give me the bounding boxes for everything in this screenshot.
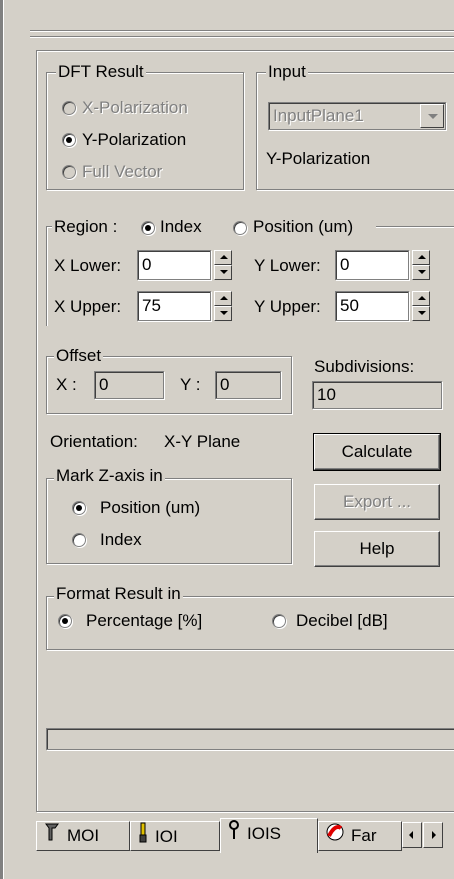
x-lower-up[interactable] — [214, 250, 232, 265]
mark-z-index-radio[interactable] — [72, 533, 86, 547]
decibel-label: Decibel [dB] — [296, 611, 388, 630]
percentage-radio[interactable] — [58, 614, 72, 628]
arrow-right-icon — [432, 831, 436, 839]
offset-legend: Offset — [54, 346, 104, 366]
x-lower-input[interactable]: 0 — [137, 250, 211, 280]
tab-ioi-label: IOI — [155, 826, 178, 846]
left-edge-highlight — [3, 0, 4, 879]
x-upper-up[interactable] — [214, 291, 232, 306]
y-polarization-radio[interactable] — [62, 133, 76, 147]
y-upper-label: Y Upper: — [254, 297, 321, 316]
tab-iois[interactable]: IOIS — [220, 818, 318, 853]
tab-moi-label: MOI — [67, 826, 100, 845]
y-upper-spinner[interactable] — [412, 291, 430, 321]
offset-y-label: Y : — [180, 375, 201, 394]
far-field-icon — [325, 822, 345, 850]
arrow-up-icon — [220, 255, 228, 259]
help-button[interactable]: Help — [314, 531, 440, 567]
x-lower-down[interactable] — [214, 265, 232, 280]
full-vector-radio[interactable] — [62, 165, 76, 179]
export-button[interactable]: Export ... — [314, 484, 440, 520]
region-position-label: Position (um) — [253, 217, 354, 236]
arrow-down-icon — [220, 311, 228, 315]
arrow-up-icon — [220, 296, 228, 300]
input-group — [256, 72, 454, 190]
x-lower-label: X Lower: — [54, 256, 122, 275]
format-result-legend: Format Result in — [54, 584, 183, 604]
arrow-down-icon — [220, 270, 228, 274]
dropdown-button[interactable] — [420, 104, 444, 128]
x-polarization-radio[interactable] — [62, 101, 76, 115]
offset-x-field[interactable]: 0 — [94, 371, 164, 399]
tab-scroll-right-button[interactable] — [423, 822, 443, 848]
mark-z-position-label: Position (um) — [100, 498, 201, 517]
input-polarization-text: Y-Polarization — [266, 149, 371, 168]
y-lower-down[interactable] — [412, 265, 430, 280]
y-polarization-label: Y-Polarization — [82, 130, 187, 149]
tab-far-label: Far — [351, 826, 377, 845]
tab-far[interactable]: Far — [318, 821, 402, 851]
x-upper-input[interactable]: 75 — [137, 291, 211, 321]
orientation-value: X-Y Plane — [164, 432, 241, 451]
y-lower-spinner[interactable] — [412, 250, 430, 280]
dft-result-legend: DFT Result — [56, 62, 146, 82]
y-lower-input[interactable]: 0 — [335, 250, 409, 280]
toolbar-separator-2 — [30, 36, 454, 38]
x-lower-spinner[interactable] — [214, 250, 232, 280]
region-index-radio[interactable] — [141, 221, 155, 235]
tab-ioi[interactable]: IOI — [130, 821, 220, 851]
tool-icon — [43, 822, 61, 850]
region-legend: Region : — [54, 217, 118, 236]
input-legend: Input — [266, 62, 308, 82]
mark-z-axis-group — [46, 478, 292, 564]
offset-x-label: X : — [56, 375, 77, 394]
mark-z-index-label: Index — [100, 530, 142, 549]
x-upper-spinner[interactable] — [214, 291, 232, 321]
x-polarization-label: X-Polarization — [82, 98, 188, 117]
subdivisions-label: Subdivisions: — [314, 357, 415, 376]
x-upper-down[interactable] — [214, 306, 232, 321]
x-upper-label: X Upper: — [54, 297, 122, 316]
arrow-up-icon — [418, 255, 426, 259]
region-position-radio[interactable] — [233, 221, 247, 235]
y-upper-input[interactable]: 50 — [335, 291, 409, 321]
subdivisions-field[interactable]: 10 — [312, 381, 442, 409]
chevron-down-icon — [428, 114, 438, 119]
orientation-label: Orientation: — [50, 432, 138, 451]
tab-moi[interactable]: MOI — [36, 821, 130, 851]
offset-y-field[interactable]: 0 — [215, 371, 281, 399]
probe-icon — [137, 822, 149, 850]
arrow-up-icon — [418, 296, 426, 300]
full-vector-label: Full Vector — [82, 162, 163, 181]
toolbar-separator — [30, 30, 454, 32]
y-upper-up[interactable] — [412, 291, 430, 306]
tab-iois-label: IOIS — [247, 823, 282, 843]
arrow-down-icon — [418, 270, 426, 274]
region-index-label: Index — [160, 217, 202, 236]
calculate-button[interactable]: Calculate — [313, 433, 441, 471]
mark-z-axis-legend: Mark Z-axis in — [54, 466, 165, 486]
decibel-radio[interactable] — [272, 614, 286, 628]
arrow-down-icon — [418, 311, 426, 315]
arrow-left-icon — [409, 831, 413, 839]
y-lower-up[interactable] — [412, 250, 430, 265]
y-upper-down[interactable] — [412, 306, 430, 321]
progress-bar — [46, 728, 454, 750]
pin-icon — [227, 819, 241, 850]
mark-z-position-radio[interactable] — [72, 501, 86, 515]
y-lower-label: Y Lower: — [254, 256, 321, 275]
percentage-label: Percentage [%] — [86, 611, 203, 630]
tab-scroll-left-button[interactable] — [402, 822, 422, 848]
